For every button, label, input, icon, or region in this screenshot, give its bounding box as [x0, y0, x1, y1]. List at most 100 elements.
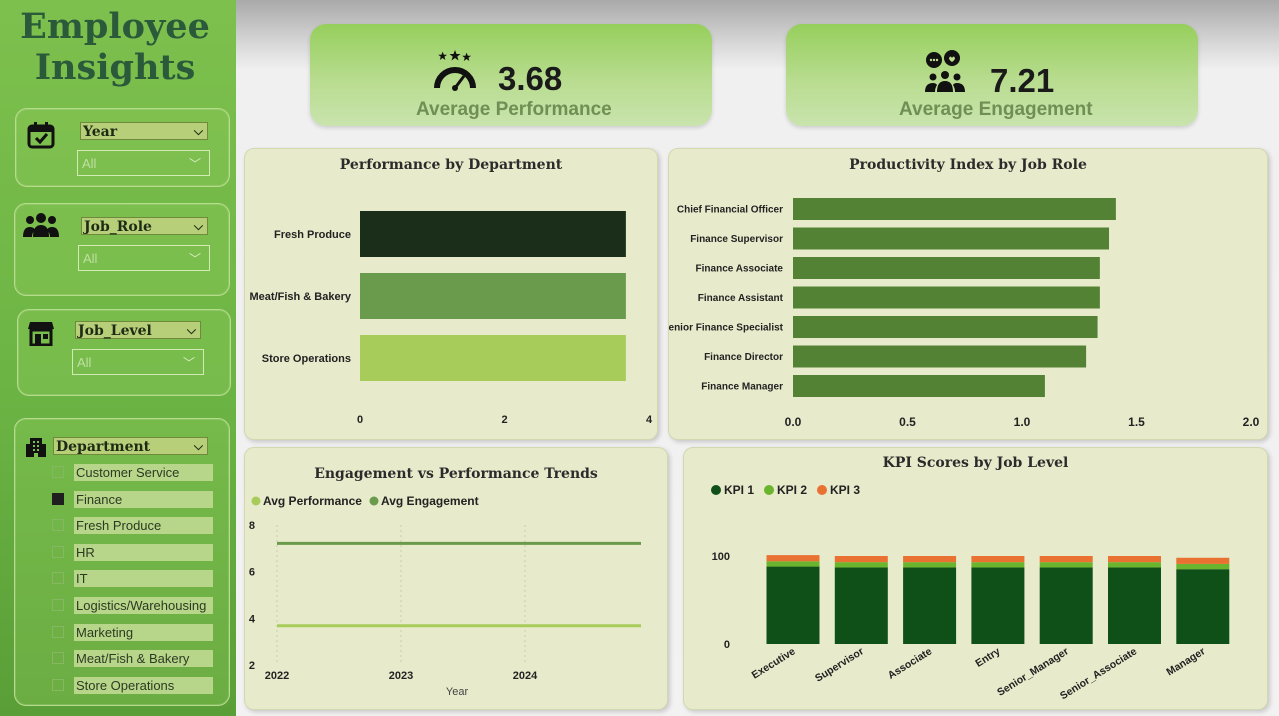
department-item-label: Customer Service — [74, 464, 213, 481]
y-tick-label: 6 — [249, 567, 255, 579]
job-level-slicer-header[interactable]: Job_Level ⌵ — [75, 321, 201, 339]
department-checkbox[interactable] — [52, 599, 64, 611]
legend-label: Avg Performance — [263, 494, 362, 508]
app-title: Employee Insights — [0, 6, 230, 88]
bar — [793, 345, 1087, 368]
kpi-engagement-label: Average Engagement — [899, 99, 1093, 120]
building-icon — [25, 436, 47, 463]
department-checkbox[interactable] — [52, 466, 64, 478]
legend-label: KPI 2 — [777, 483, 807, 497]
job-role-dropdown-value: All — [83, 251, 98, 266]
department-item-label: IT — [74, 570, 213, 588]
stacked-bar-segment — [834, 556, 888, 563]
stacked-bar-segment — [1108, 562, 1161, 568]
chevron-down-icon: ⌵ — [186, 323, 196, 337]
stacked-bar-segment — [971, 562, 1025, 568]
team-chat-icon — [922, 50, 968, 99]
stacked-bar-segment — [903, 567, 957, 644]
bar — [793, 257, 1100, 279]
engagement-trends-chart: Avg Performance Avg Engagement 2 4 6 8 2022 202… — [249, 494, 641, 698]
legend-marker — [711, 485, 721, 495]
category-label: Chief Financial Officer — [677, 205, 783, 216]
x-tick-label: Senior_Associate — [1058, 645, 1139, 702]
job-role-slicer-label: Job_Role — [84, 219, 152, 235]
chevron-down-icon: ⌵ — [193, 124, 203, 138]
stacked-bar-segment — [1039, 567, 1093, 644]
x-axis-title: Year — [446, 686, 469, 698]
job-role-dropdown[interactable]: All ﹀ — [78, 245, 210, 271]
x-tick-label: 2 — [501, 414, 507, 426]
kpi-card-engagement: 7.21 Average Engagement — [786, 24, 1198, 126]
x-tick-label: 2024 — [513, 670, 538, 682]
department-item-label: Fresh Produce — [74, 517, 213, 535]
chevron-down-icon: ﹀ — [188, 157, 201, 171]
x-tick-label: Associate — [886, 645, 935, 682]
x-tick-label: 2023 — [389, 670, 413, 682]
x-tick-label: Entry — [973, 645, 1002, 669]
stacked-bar-segment — [1176, 569, 1230, 644]
stacked-bar-segment — [1176, 557, 1230, 564]
speedometer-stars-icon — [434, 50, 476, 97]
department-checkbox[interactable] — [52, 519, 64, 532]
store-icon — [28, 320, 54, 351]
chevron-down-icon: ﹀ — [188, 252, 201, 266]
department-item-label: Finance — [74, 490, 213, 508]
department-item-label: HR — [74, 543, 213, 561]
department-checkbox[interactable] — [52, 545, 64, 558]
bar — [793, 227, 1110, 250]
kpi-by-level-chart: KPI 1 KPI 2 KPI 3 0 100 Executive Supervisor As… — [711, 483, 1230, 702]
year-dropdown[interactable]: All ﹀ — [77, 150, 210, 176]
category-label: Finance Associate — [696, 264, 784, 275]
stacked-bar-segment — [1108, 567, 1161, 644]
year-slicer: Year ⌵ All ﹀ — [15, 108, 230, 187]
legend-label: Avg Engagement — [381, 494, 479, 508]
kpi-performance-value: 3.68 — [498, 60, 563, 97]
bar — [360, 273, 626, 319]
bar — [793, 286, 1100, 309]
job-role-slicer-header[interactable]: Job_Role ⌵ — [81, 217, 208, 235]
category-label: Meat/Fish & Bakery — [250, 291, 352, 303]
chevron-down-icon: ⌵ — [193, 439, 203, 453]
bar — [793, 316, 1098, 338]
x-tick-label: 0.5 — [899, 415, 916, 429]
department-checkbox[interactable] — [52, 652, 64, 665]
category-label: Store Operations — [262, 353, 351, 365]
year-slicer-header[interactable]: Year ⌵ — [80, 122, 208, 140]
category-label: Fresh Produce — [274, 229, 351, 241]
kpi-performance-label: Average Performance — [416, 99, 612, 120]
x-tick-label: 2.0 — [1243, 415, 1260, 429]
productivity-by-role-chart: Chief Financial Officer Finance Superviso… — [669, 198, 1260, 429]
x-tick-label: 2022 — [265, 670, 289, 682]
department-checkbox[interactable] — [52, 678, 64, 691]
stacked-bar-segment — [903, 556, 957, 563]
performance-by-department-chart: Fresh Produce Meat/Fish & Bakery Store Ope… — [250, 211, 653, 426]
bar — [360, 335, 626, 381]
legend-label: KPI 3 — [830, 483, 860, 497]
engagement-trends-panel: Engagement vs Performance Trends Avg Per… — [244, 447, 668, 710]
stacked-bar-segment — [1039, 556, 1093, 563]
category-label: Finance Director — [704, 352, 783, 363]
x-tick-label: Executive — [750, 645, 798, 681]
job-level-dropdown[interactable]: All ﹀ — [72, 349, 204, 375]
department-item-label: Store Operations — [74, 676, 213, 694]
bar — [360, 211, 626, 257]
x-tick-label: 1.5 — [1128, 415, 1145, 429]
stacked-bar-segment — [766, 561, 820, 567]
chevron-down-icon: ⌵ — [193, 219, 203, 233]
stacked-bar-segment — [971, 556, 1025, 563]
productivity-by-role-panel: Productivity Index by Job Role Chief Fin… — [668, 148, 1268, 440]
people-group-icon — [23, 211, 59, 244]
performance-by-department-panel: Performance by Department Fresh Produce M… — [244, 148, 658, 440]
kpi-by-level-panel: KPI Scores by Job Level KPI 1 KPI 2 KPI 30… — [683, 447, 1268, 710]
department-item-label: Logistics/Warehousing — [74, 597, 213, 614]
department-checkbox[interactable] — [52, 625, 64, 638]
job-level-dropdown-value: All — [77, 355, 92, 370]
stacked-bar-segment — [834, 562, 888, 568]
sidebar: Employee Insights Year ⌵ All ﹀ Job_Role … — [0, 0, 236, 716]
department-checkbox[interactable] — [52, 492, 64, 505]
department-checkbox[interactable] — [52, 572, 64, 585]
stacked-bar-segment — [1108, 556, 1161, 563]
bar — [793, 198, 1116, 220]
department-slicer-header[interactable]: Department ⌵ — [53, 437, 208, 455]
legend-marker — [369, 496, 379, 506]
